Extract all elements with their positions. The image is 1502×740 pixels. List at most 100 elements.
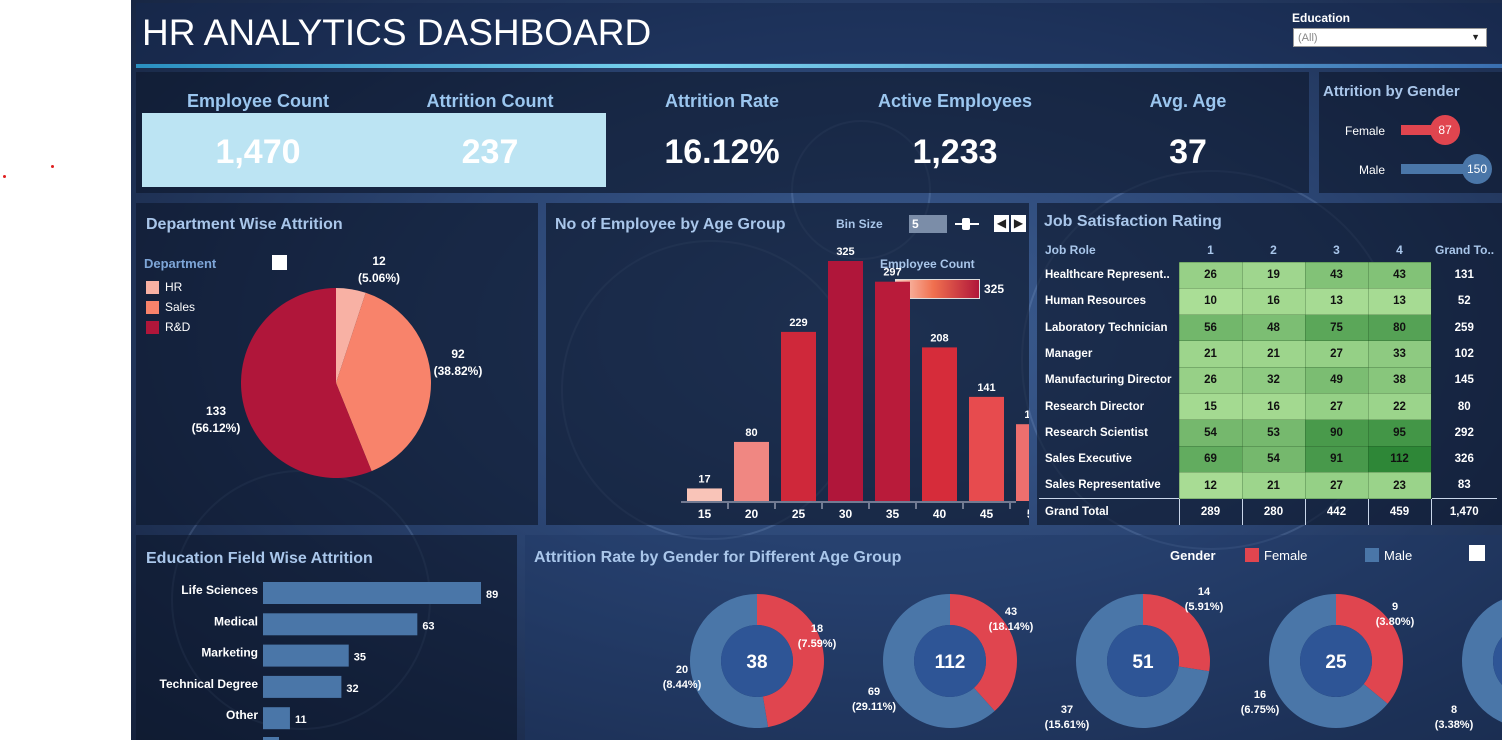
donut-female-value: 9 <box>1392 601 1398 613</box>
table-row: Research Director 15 16 27 22 80 <box>1039 392 1497 421</box>
job-satisfaction-table: Job Role 1 2 3 4 Grand To.. Healthcare Repres… <box>1039 238 1497 525</box>
rating-cell: 91 <box>1304 445 1369 473</box>
age-tick-label: 25 <box>792 507 806 521</box>
donut-male-percent: (29.11%) <box>852 701 896 713</box>
kpi-value: 237 <box>461 133 519 171</box>
job-role-cell: Sales Representative <box>1045 479 1161 492</box>
rating-cell: 27 <box>1304 340 1369 368</box>
job-role-cell: Laboratory Technician <box>1045 321 1168 334</box>
row-total-cell: 292 <box>1430 419 1497 447</box>
donut-male-value: 37 <box>1061 704 1073 716</box>
table-header: 1 <box>1207 242 1214 257</box>
age-bar-value: 325 <box>836 246 854 258</box>
rating-cell: 54 <box>1241 445 1306 473</box>
rating-cell: 43 <box>1304 261 1369 289</box>
chevron-down-icon: ▼ <box>1471 32 1480 42</box>
kpi-label: Employee Count <box>186 91 329 111</box>
table-header: 3 <box>1333 242 1340 257</box>
row-total-cell: 52 <box>1430 288 1497 315</box>
kpi-label: Attrition Rate <box>665 91 779 111</box>
table-header: 4 <box>1396 242 1403 257</box>
rating-cell: 56 <box>1178 314 1243 342</box>
education-field-value: 32 <box>346 683 358 695</box>
gender-value-label: 150 <box>1467 162 1487 176</box>
gender-age-donut-charts: 38 18 (7.59%) 20 (8.44%) 112 43 (18.14%) 69 (29.1… <box>663 586 1502 731</box>
table-row: Manufacturing Director 26 32 49 38 145 <box>1039 366 1497 394</box>
education-field-bar <box>263 707 290 730</box>
rating-cell: 16 <box>1241 392 1306 421</box>
red-dot <box>3 175 6 178</box>
rating-cell: 10 <box>1178 287 1243 316</box>
age-bar <box>969 396 1004 501</box>
kpi-value: 1,470 <box>215 133 301 171</box>
grand-total-row: Grand Total 289 280 442 459 1,470 <box>1039 498 1497 525</box>
kpi-label: Active Employees <box>877 91 1033 111</box>
age-bar <box>734 441 769 501</box>
donut-male-percent: (3.38%) <box>1435 719 1474 731</box>
age-bar-value: 17 <box>698 473 710 485</box>
column-total-cell: 280 <box>1241 498 1305 525</box>
table-row: Laboratory Technician 56 48 75 80 259 <box>1039 314 1497 342</box>
row-total-cell: 80 <box>1430 393 1497 420</box>
education-field-label: Life Sciences <box>181 583 258 597</box>
job-role-cell: Research Director <box>1045 400 1145 413</box>
dashboard-canvas: HR ANALYTICS DASHBOARD Education (All) ▼… <box>131 0 1502 740</box>
rating-cell: 69 <box>1178 445 1243 473</box>
rating-cell: 48 <box>1241 314 1306 342</box>
gender-value-label: 87 <box>1438 123 1452 137</box>
column-total-cell: 442 <box>1304 498 1368 525</box>
table-header: Grand To.. <box>1435 243 1495 257</box>
kpi-label: Attrition Count <box>426 91 554 111</box>
table-row: Sales Representative 12 21 27 23 83 <box>1039 471 1497 500</box>
rating-cell: 33 <box>1367 340 1432 368</box>
rating-cell: 54 <box>1178 419 1243 447</box>
age-bar-value: 104 <box>1024 409 1029 421</box>
rating-cell: 112 <box>1367 445 1432 473</box>
rating-cell: 49 <box>1304 366 1369 394</box>
age-tick-label: 45 <box>980 507 994 521</box>
gender-row-label: Female <box>1345 124 1385 138</box>
donut-female-value: 43 <box>1005 606 1017 618</box>
rating-cell: 21 <box>1178 340 1243 368</box>
age-bar-value: 297 <box>883 267 901 279</box>
table-row: Healthcare Represent.. 26 19 43 43 131 <box>1039 261 1497 289</box>
age-tick-label: 40 <box>933 507 947 521</box>
rating-cell: 32 <box>1241 366 1306 394</box>
donut-male-percent: (6.75%) <box>1241 704 1280 716</box>
rating-cell: 27 <box>1304 392 1369 421</box>
donut-total: 112 <box>935 652 966 673</box>
education-filter-value: (All) <box>1298 32 1318 44</box>
education-field-bar <box>263 644 349 667</box>
job-role-cell: Sales Executive <box>1045 453 1132 466</box>
job-role-cell: Manufacturing Director <box>1045 374 1172 387</box>
age-bar <box>828 261 863 501</box>
rating-cell: 53 <box>1241 419 1306 447</box>
education-filter-dropdown[interactable]: (All) ▼ <box>1293 28 1487 47</box>
rating-cell: 16 <box>1241 287 1306 316</box>
donut-total: 25 <box>1325 652 1347 673</box>
row-total-cell: 83 <box>1430 472 1497 499</box>
column-total-cell: 289 <box>1178 498 1242 525</box>
donut-male-value: 69 <box>868 686 880 698</box>
pie-percent-label: (38.82%) <box>434 364 483 378</box>
rating-cell: 90 <box>1304 419 1369 447</box>
grand-total-cell: 1,470 <box>1430 498 1497 525</box>
age-bar <box>781 331 816 501</box>
rating-cell: 38 <box>1367 366 1432 394</box>
pie-value-label: 92 <box>451 347 465 361</box>
pie-value-label: 133 <box>206 404 226 418</box>
donut-male-value: 20 <box>676 664 688 676</box>
job-role-cell: Human Resources <box>1045 295 1146 308</box>
pie-percent-label: (5.06%) <box>358 271 400 285</box>
education-field-bar <box>263 675 342 698</box>
header-divider <box>136 64 1502 68</box>
rating-cell: 23 <box>1367 471 1432 500</box>
age-group-bar-chart: 1715802022925325302973520840141451045064… <box>681 246 1029 521</box>
row-total-cell: 326 <box>1430 446 1497 473</box>
job-role-cell: Research Scientist <box>1045 426 1148 439</box>
rating-cell: 95 <box>1367 419 1432 447</box>
donut-male-percent: (15.61%) <box>1045 719 1090 731</box>
donut-female-percent: (18.14%) <box>989 621 1034 633</box>
rating-cell: 21 <box>1241 340 1306 368</box>
education-field-bar-chart: Life Sciences 89 Medical 63 Marketing 35 Techn… <box>160 582 498 740</box>
